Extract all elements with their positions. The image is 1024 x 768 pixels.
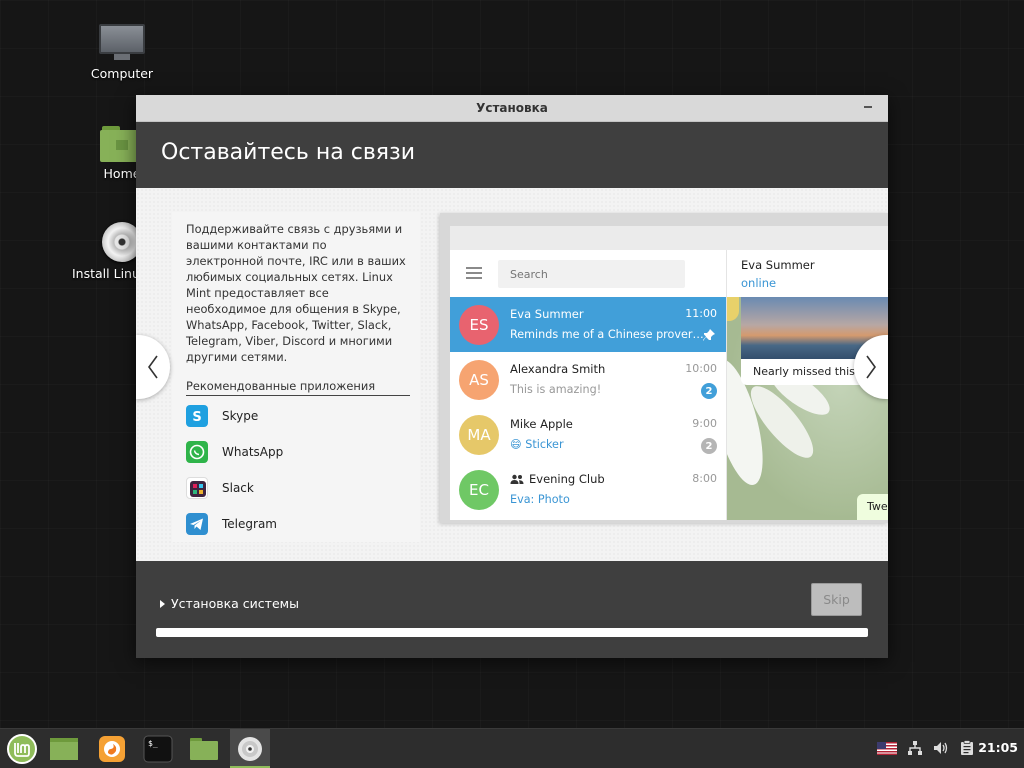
slide-title: Оставайтесь на связи <box>161 140 416 165</box>
slide-content: Поддерживайте связь с друзьями и вашими … <box>136 188 888 561</box>
chat-preview-text: Sticker <box>525 438 564 451</box>
window-titlebar[interactable]: Установка <box>136 95 888 122</box>
volume-indicator[interactable] <box>932 739 950 757</box>
install-progress-bar <box>156 628 868 637</box>
chat-list-item: ES Eva Summer 11:00 Reminds me of a Chin… <box>450 297 726 352</box>
chat-name: Alexandra Smith <box>510 362 606 376</box>
avatar: AS <box>459 360 499 400</box>
recommended-apps-heading: Рекомендованные приложения <box>186 379 410 396</box>
show-desktop-button[interactable] <box>44 729 84 768</box>
chat-name: Mike Apple <box>510 417 573 431</box>
install-status-label: Установка системы <box>171 596 299 611</box>
svg-text:S: S <box>192 410 201 425</box>
linux-mint-logo-icon <box>7 734 37 764</box>
app-item-skype: S Skype <box>186 398 406 434</box>
skip-button[interactable]: Skip <box>811 583 862 616</box>
unread-badge: 2 <box>701 383 717 399</box>
folder-icon <box>190 738 218 760</box>
disc-icon <box>238 737 262 761</box>
app-item-whatsapp: WhatsApp <box>186 434 406 470</box>
app-name: Slack <box>222 481 254 495</box>
conversation-background: Nearly missed this sunrise Twe <box>727 297 888 520</box>
firefox-launcher[interactable] <box>92 729 132 768</box>
svg-text:$_: $_ <box>148 739 158 748</box>
conversation-status: online <box>741 276 777 290</box>
chat-time: 10:00 <box>685 362 717 375</box>
chat-list-item: AS Alexandra Smith 10:00 This is amazing… <box>450 352 726 407</box>
expander-arrow-icon <box>160 600 165 608</box>
hamburger-menu-icon <box>466 267 482 279</box>
group-icon <box>510 474 524 484</box>
desktop-icon-computer[interactable]: Computer <box>72 24 172 81</box>
conversation-header: Eva Summer online <box>727 250 888 297</box>
info-panel: Поддерживайте связь с друзьями и вашими … <box>172 212 420 542</box>
app-name: WhatsApp <box>222 445 284 459</box>
installer-footer: Установка системы Skip <box>136 561 888 658</box>
chat-preview: This is amazing! <box>510 383 602 396</box>
installer-window: Установка Оставайтесь на связи Поддержив… <box>136 95 888 658</box>
app-item-slack: Slack <box>186 470 406 506</box>
network-icon <box>908 741 922 755</box>
firefox-icon <box>99 736 125 762</box>
previous-slide-button[interactable] <box>136 335 170 399</box>
avatar: MA <box>459 415 499 455</box>
chat-name-text: Evening Club <box>529 472 605 486</box>
mint-menu-button[interactable] <box>2 729 42 768</box>
chat-time: 8:00 <box>692 472 717 485</box>
avatar: EC <box>459 470 499 510</box>
computer-icon <box>99 24 145 62</box>
window-title: Установка <box>476 101 548 115</box>
sticker-emoji-icon: 😄 <box>510 438 522 451</box>
clipboard-indicator[interactable] <box>958 739 976 757</box>
desktop-icon-label: Computer <box>90 66 154 81</box>
chat-preview: 😄 Sticker <box>510 438 564 451</box>
us-flag-icon <box>877 741 897 755</box>
slide-description: Поддерживайте связь с друзьями и вашими … <box>186 222 406 364</box>
network-indicator[interactable] <box>906 739 924 757</box>
chat-name: Evening Club <box>510 472 605 486</box>
minimize-button[interactable] <box>862 95 876 122</box>
telegram-screenshot: ES Eva Summer 11:00 Reminds me of a Chin… <box>440 213 888 523</box>
chat-time: 9:00 <box>692 417 717 430</box>
desktop-icon <box>50 738 78 760</box>
telegram-chat-list: ES Eva Summer 11:00 Reminds me of a Chin… <box>450 250 726 520</box>
chat-time: 11:00 <box>685 307 717 320</box>
files-launcher[interactable] <box>184 729 224 768</box>
terminal-launcher[interactable]: $_ <box>138 729 178 768</box>
unread-badge: 2 <box>701 438 717 454</box>
chat-name: Eva Summer <box>510 307 584 321</box>
slack-icon <box>186 477 208 499</box>
telegram-search-row <box>450 250 726 297</box>
avatar: ES <box>459 305 499 345</box>
keyboard-layout-indicator[interactable] <box>876 739 898 757</box>
chat-preview: Reminds me of a Chinese prover… <box>510 328 704 341</box>
chat-list-item: EC Evening Club 8:00 Eva: Photo <box>450 462 726 517</box>
slide-header: Оставайтесь на связи <box>136 122 888 188</box>
taskbar: $_ 21:05 <box>0 728 1024 768</box>
chevron-right-icon <box>866 355 876 379</box>
volume-icon <box>934 742 948 754</box>
whatsapp-icon <box>186 441 208 463</box>
skype-icon: S <box>186 405 208 427</box>
chat-list-item: MA Mike Apple 9:00 😄 Sticker 2 <box>450 407 726 462</box>
terminal-icon: $_ <box>143 735 173 763</box>
app-item-telegram: Telegram <box>186 506 406 542</box>
install-details-expander[interactable]: Установка системы <box>160 596 299 611</box>
telegram-titlebar <box>450 226 888 250</box>
app-name: Skype <box>222 409 259 423</box>
telegram-search-input <box>498 260 685 288</box>
conversation-name: Eva Summer <box>741 258 815 272</box>
chat-preview: Eva: Photo <box>510 493 570 506</box>
telegram-icon <box>186 513 208 535</box>
pin-icon <box>703 329 715 341</box>
app-name: Telegram <box>222 517 277 531</box>
chevron-left-icon <box>148 355 158 379</box>
installer-taskbar-button[interactable] <box>230 729 270 768</box>
clock[interactable]: 21:05 <box>978 740 1018 755</box>
message-bubble: Twe <box>857 494 888 520</box>
clipboard-icon <box>961 740 973 755</box>
